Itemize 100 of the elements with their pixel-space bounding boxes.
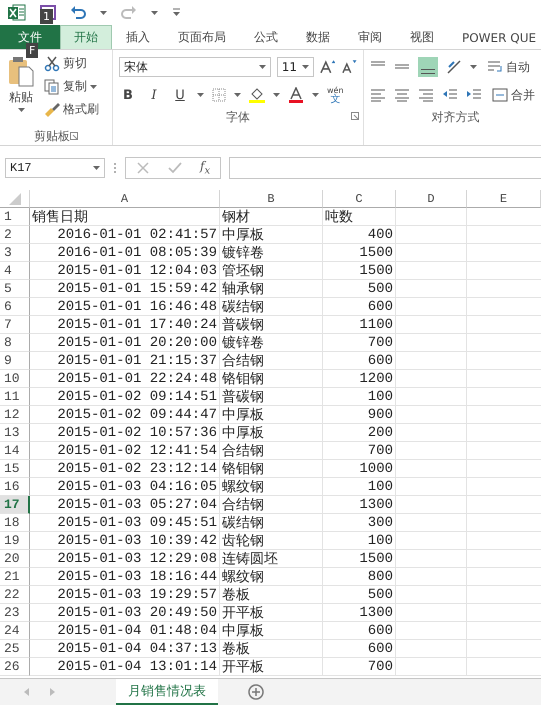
align-center-icon[interactable] [394,87,410,103]
table-cell: 2015-01-03 18:16:44 [57,568,217,584]
grow-font-icon[interactable] [320,59,336,75]
row-header[interactable]: 23 [0,604,30,622]
wrap-text-button[interactable]: 自动 [485,58,532,76]
row-header[interactable]: 6 [0,298,30,316]
row-header[interactable]: 11 [0,388,30,406]
table-cell: 700 [368,442,393,458]
ribbon-tab[interactable]: 页面布局 [164,25,240,49]
column-header[interactable]: B [220,190,323,208]
font-size-field[interactable]: 11 [276,57,314,77]
add-sheet-icon[interactable] [248,684,264,700]
paste-caret-icon[interactable] [18,108,24,112]
dropdown-caret-icon[interactable] [90,84,97,88]
shrink-font-icon[interactable] [341,59,357,75]
table-cell-text: 管坯钢 [222,262,264,280]
row-header[interactable]: 24 [0,622,30,640]
ribbon-tab[interactable]: 审阅 [344,25,396,49]
row-header[interactable]: 5 [0,280,30,298]
row-header[interactable]: 20 [0,550,30,568]
table-cell-text: 镀锌卷 [222,244,264,262]
dropdown-caret-icon[interactable] [302,65,309,69]
phonetic-guide-button[interactable]: wén 文 [327,86,344,104]
row-header[interactable]: 19 [0,532,30,550]
row-header[interactable]: 18 [0,514,30,532]
row-header[interactable]: 13 [0,424,30,442]
table-cell: 600 [368,352,393,368]
row-header[interactable]: 1 [0,208,30,226]
dialog-launcher-icon[interactable] [70,132,78,140]
copy-button[interactable]: 复制 [42,77,101,96]
row-header[interactable]: 14 [0,442,30,460]
column-header[interactable]: A [30,190,220,208]
ribbon-tab[interactable]: 开始 [60,25,112,49]
dropdown-caret-icon[interactable] [234,93,241,97]
merge-button[interactable]: 合并 [490,86,537,104]
row-header[interactable]: 21 [0,568,30,586]
row-header[interactable]: 3 [0,244,30,262]
italic-button[interactable]: I [145,85,163,105]
row-header[interactable]: 26 [0,658,30,676]
borders-icon[interactable] [212,88,226,102]
table-cell: 2015-01-02 09:44:47 [57,406,217,422]
table-cell: 2015-01-01 16:46:48 [57,298,217,314]
column-header[interactable]: D [396,190,467,208]
row-header[interactable]: 8 [0,334,30,352]
undo-icon[interactable] [70,4,86,20]
sheet-tab[interactable]: 月销售情况表 [116,679,218,705]
font-color-icon[interactable] [288,87,304,103]
corner-triangle-icon [8,192,20,204]
save-icon[interactable] [40,4,56,20]
dropdown-caret-icon[interactable] [273,93,280,97]
row-header[interactable]: 10 [0,370,30,388]
dropdown-caret-icon[interactable] [312,93,319,97]
row-header[interactable]: 7 [0,316,30,334]
dropdown-caret-icon[interactable] [100,10,107,14]
ribbon-tab[interactable]: 公式 [240,25,292,49]
ribbon-tab[interactable]: POWER QUE [448,25,541,49]
column-header[interactable]: E [467,190,541,208]
fill-color-icon[interactable] [249,87,265,103]
dropdown-caret-icon[interactable] [197,93,204,97]
dropdown-caret-icon[interactable] [93,166,100,170]
table-cell-text: 合结钢 [222,352,264,370]
table-cell: 200 [368,424,393,440]
bold-button[interactable]: B [119,85,137,105]
column-header[interactable]: C [323,190,396,208]
row-header[interactable]: 12 [0,406,30,424]
ribbon-tab[interactable]: 数据 [292,25,344,49]
insert-function-button[interactable]: f$_{x}$ [200,159,210,177]
table-cell-text: 销售日期 [32,208,88,226]
align-right-icon[interactable] [418,87,434,103]
align-left-icon[interactable] [370,87,386,103]
font-name-field[interactable]: 宋体 [119,57,271,77]
scissors-icon [44,56,60,72]
row-header[interactable]: 22 [0,586,30,604]
name-box[interactable]: K17 [5,158,105,178]
align-bottom-button[interactable] [418,57,438,77]
dropdown-caret-icon[interactable] [151,10,158,14]
orientation-icon[interactable] [446,59,462,75]
format-painter-button[interactable]: 格式刷 [42,100,101,119]
row-header[interactable]: 17 [0,496,30,514]
cut-button[interactable]: 剪切 [42,54,101,73]
underline-button[interactable]: U [171,85,189,105]
row-header[interactable]: 9 [0,352,30,370]
dialog-launcher-icon[interactable] [351,112,359,120]
table-cell: 1300 [359,496,393,512]
table-cell-text: 合结钢 [222,496,264,514]
dropdown-caret-icon[interactable] [258,65,266,69]
ribbon-tab[interactable]: 插入 [112,25,164,49]
dropdown-caret-icon[interactable] [470,65,477,69]
table-cell-text: 螺纹钢 [222,568,264,586]
row-header[interactable]: 15 [0,460,30,478]
formula-input[interactable] [229,157,541,179]
row-header[interactable]: 25 [0,640,30,658]
ribbon-tab[interactable]: 视图 [396,25,448,49]
table-cell: 1500 [359,262,393,278]
row-header[interactable]: 4 [0,262,30,280]
customize-icon[interactable] [172,8,181,17]
row-header[interactable]: 2 [0,226,30,244]
table-cell: 600 [368,298,393,314]
excel-logo-icon[interactable] [8,4,26,21]
table-cell: 1200 [359,370,393,386]
